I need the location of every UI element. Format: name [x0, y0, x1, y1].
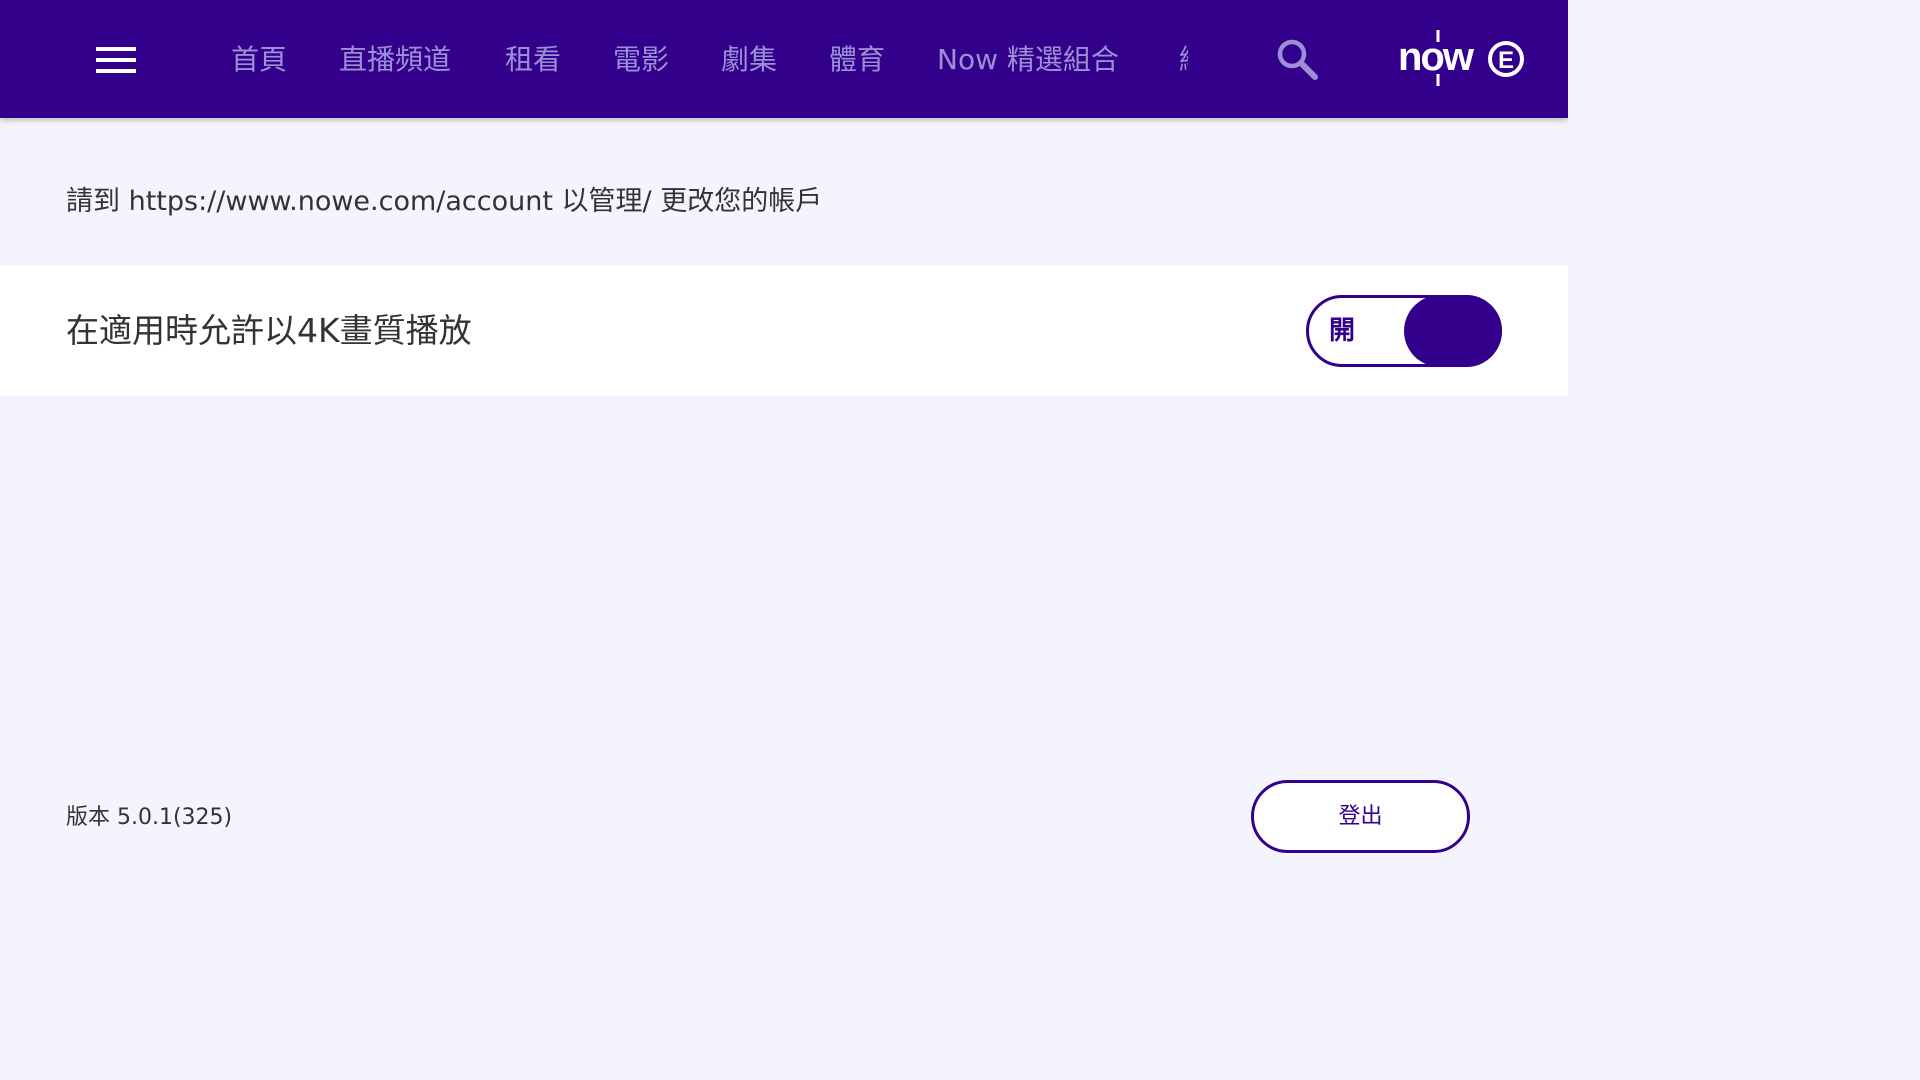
nav-item-sports[interactable]: 體育	[829, 40, 885, 80]
toggle-state-label: 開	[1329, 316, 1356, 346]
toggle-knob	[1404, 295, 1502, 367]
main-nav: 首頁 直播頻道 租看 電影 劇集 體育 Now 精選組合 綜	[200, 0, 1188, 118]
nav-item-series[interactable]: 劇集	[721, 40, 777, 80]
nav-item-home[interactable]: 首頁	[231, 40, 287, 80]
nav-item-now-packs[interactable]: Now 精選組合	[937, 40, 1119, 80]
search-icon	[1277, 39, 1318, 80]
nav-item-live-channels[interactable]: 直播頻道	[339, 40, 451, 80]
setting-row-4k-playback: 在適用時允許以4K畫質播放 開	[0, 266, 1568, 396]
menu-button[interactable]	[84, 30, 148, 90]
search-button[interactable]	[1268, 34, 1326, 84]
top-navigation-bar: 首頁 直播頻道 租看 電影 劇集 體育 Now 精選組合 綜 now E	[0, 0, 1568, 118]
hamburger-menu-icon	[96, 47, 136, 73]
settings-page: 首頁 直播頻道 租看 電影 劇集 體育 Now 精選組合 綜 now E	[0, 0, 1568, 882]
setting-label-4k-playback: 在適用時允許以4K畫質播放	[66, 311, 472, 350]
account-management-note: 請到 https://www.nowe.com/account 以管理/ 更改您…	[66, 186, 823, 217]
now-e-logo-icon: now E	[1398, 30, 1524, 86]
logout-button[interactable]: 登出	[1251, 780, 1470, 853]
nav-item-variety[interactable]: 綜	[1179, 40, 1188, 80]
now-e-logo[interactable]: now E	[1396, 28, 1530, 90]
logo-wordmark: now	[1398, 35, 1475, 79]
nav-item-rental[interactable]: 租看	[505, 40, 561, 80]
nav-item-movies[interactable]: 電影	[613, 40, 669, 80]
toggle-4k-playback[interactable]: 開	[1306, 295, 1502, 367]
logo-badge: E	[1498, 47, 1514, 74]
app-version: 版本 5.0.1(325)	[66, 805, 233, 830]
